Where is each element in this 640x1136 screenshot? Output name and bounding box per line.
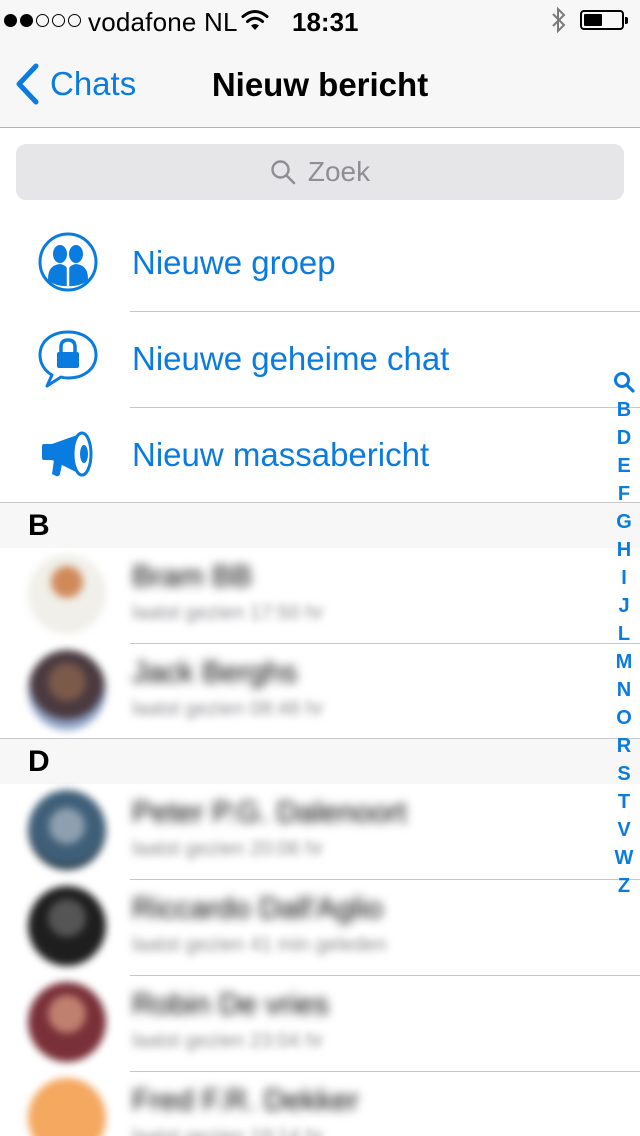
new-secret-chat-label: Nieuwe geheime chat: [132, 340, 450, 377]
secret-chat-lock-icon: [38, 330, 98, 388]
page-title: Nieuw bericht: [211, 66, 429, 103]
contact-name: Bram BB: [132, 560, 253, 593]
index-letter[interactable]: H: [608, 536, 640, 564]
battery-icon: [580, 10, 628, 30]
new-broadcast-label: Nieuw massabericht: [132, 436, 430, 473]
contact-row[interactable]: Peter P.G. Dalenoort laatst gezien 20:06…: [0, 784, 500, 880]
index-letter[interactable]: F: [608, 480, 640, 508]
section-letter: B: [28, 509, 50, 542]
contact-row[interactable]: Fred F.R. Dekker laatst gezien 19:14 hr: [0, 1072, 500, 1136]
status-bar: vodafone NL 18:31: [0, 0, 640, 40]
section-header-d: D: [0, 738, 640, 784]
contact-name: Robin De vries: [132, 988, 329, 1021]
alphabet-index[interactable]: B D E F G H I J L M N O R S T V W Z: [608, 368, 640, 900]
index-letter[interactable]: W: [608, 844, 640, 872]
index-letter[interactable]: D: [608, 424, 640, 452]
index-letter[interactable]: N: [608, 676, 640, 704]
index-letter[interactable]: T: [608, 788, 640, 816]
carrier-label: vodafone NL: [88, 7, 238, 37]
new-secret-chat-row[interactable]: Nieuwe geheime chat: [0, 312, 640, 408]
avatar: [28, 886, 106, 966]
clock: 18:31: [292, 7, 359, 37]
contact-name: Riccardo Dall'Aglio: [132, 892, 383, 925]
contact-row[interactable]: Robin De vries laatst gezien 23:04 hr: [0, 976, 500, 1072]
contact-name: Peter P.G. Dalenoort: [132, 796, 407, 829]
new-group-row[interactable]: Nieuwe groep: [0, 216, 640, 312]
index-letter[interactable]: R: [608, 732, 640, 760]
bluetooth-icon: [552, 6, 566, 34]
contact-last-seen: laatst gezien 17:50 hr: [132, 602, 324, 624]
wifi-icon: [241, 10, 269, 30]
index-letter[interactable]: G: [608, 508, 640, 536]
contact-last-seen: laatst gezien 41 min geleden: [132, 934, 387, 956]
avatar: [28, 982, 106, 1062]
avatar: [28, 790, 106, 870]
contact-last-seen: laatst gezien 19:14 hr: [132, 1126, 323, 1136]
index-letter[interactable]: L: [608, 620, 640, 648]
index-letter[interactable]: O: [608, 704, 640, 732]
avatar: [28, 650, 106, 730]
contact-name: Fred F.R. Dekker: [132, 1084, 359, 1117]
search-icon: [271, 160, 296, 185]
section-header-b: B: [0, 502, 640, 548]
avatar: [28, 554, 106, 634]
index-search-icon[interactable]: [608, 368, 640, 396]
signal-strength-icon: [4, 12, 81, 28]
contact-last-seen: laatst gezien 23:04 hr: [132, 1030, 324, 1052]
megaphone-icon: [42, 431, 93, 477]
group-icon: [38, 232, 98, 292]
new-broadcast-row[interactable]: Nieuw massabericht: [0, 408, 640, 504]
search-input[interactable]: Zoek: [16, 144, 624, 200]
index-letter[interactable]: J: [608, 592, 640, 620]
contact-last-seen: laatst gezien 08:48 hr: [132, 698, 324, 720]
avatar: [28, 1078, 106, 1136]
search-placeholder: Zoek: [307, 156, 371, 187]
contact-row[interactable]: Riccardo Dall'Aglio laatst gezien 41 min…: [0, 880, 500, 976]
contact-last-seen: laatst gezien 20:06 hr: [132, 838, 324, 860]
new-group-label: Nieuwe groep: [132, 244, 336, 281]
index-letter[interactable]: Z: [608, 872, 640, 900]
index-letter[interactable]: M: [608, 648, 640, 676]
section-letter: D: [28, 745, 50, 778]
index-letter[interactable]: E: [608, 452, 640, 480]
index-letter[interactable]: S: [608, 760, 640, 788]
contact-row[interactable]: Bram BB laatst gezien 17:50 hr: [0, 548, 500, 644]
contact-name: Jack Berghs: [132, 656, 298, 689]
index-letter[interactable]: V: [608, 816, 640, 844]
navigation-bar: Chats Nieuw bericht: [0, 40, 640, 128]
index-letter[interactable]: I: [608, 564, 640, 592]
contact-row[interactable]: Jack Berghs laatst gezien 08:48 hr: [0, 644, 500, 740]
index-letter[interactable]: B: [608, 396, 640, 424]
